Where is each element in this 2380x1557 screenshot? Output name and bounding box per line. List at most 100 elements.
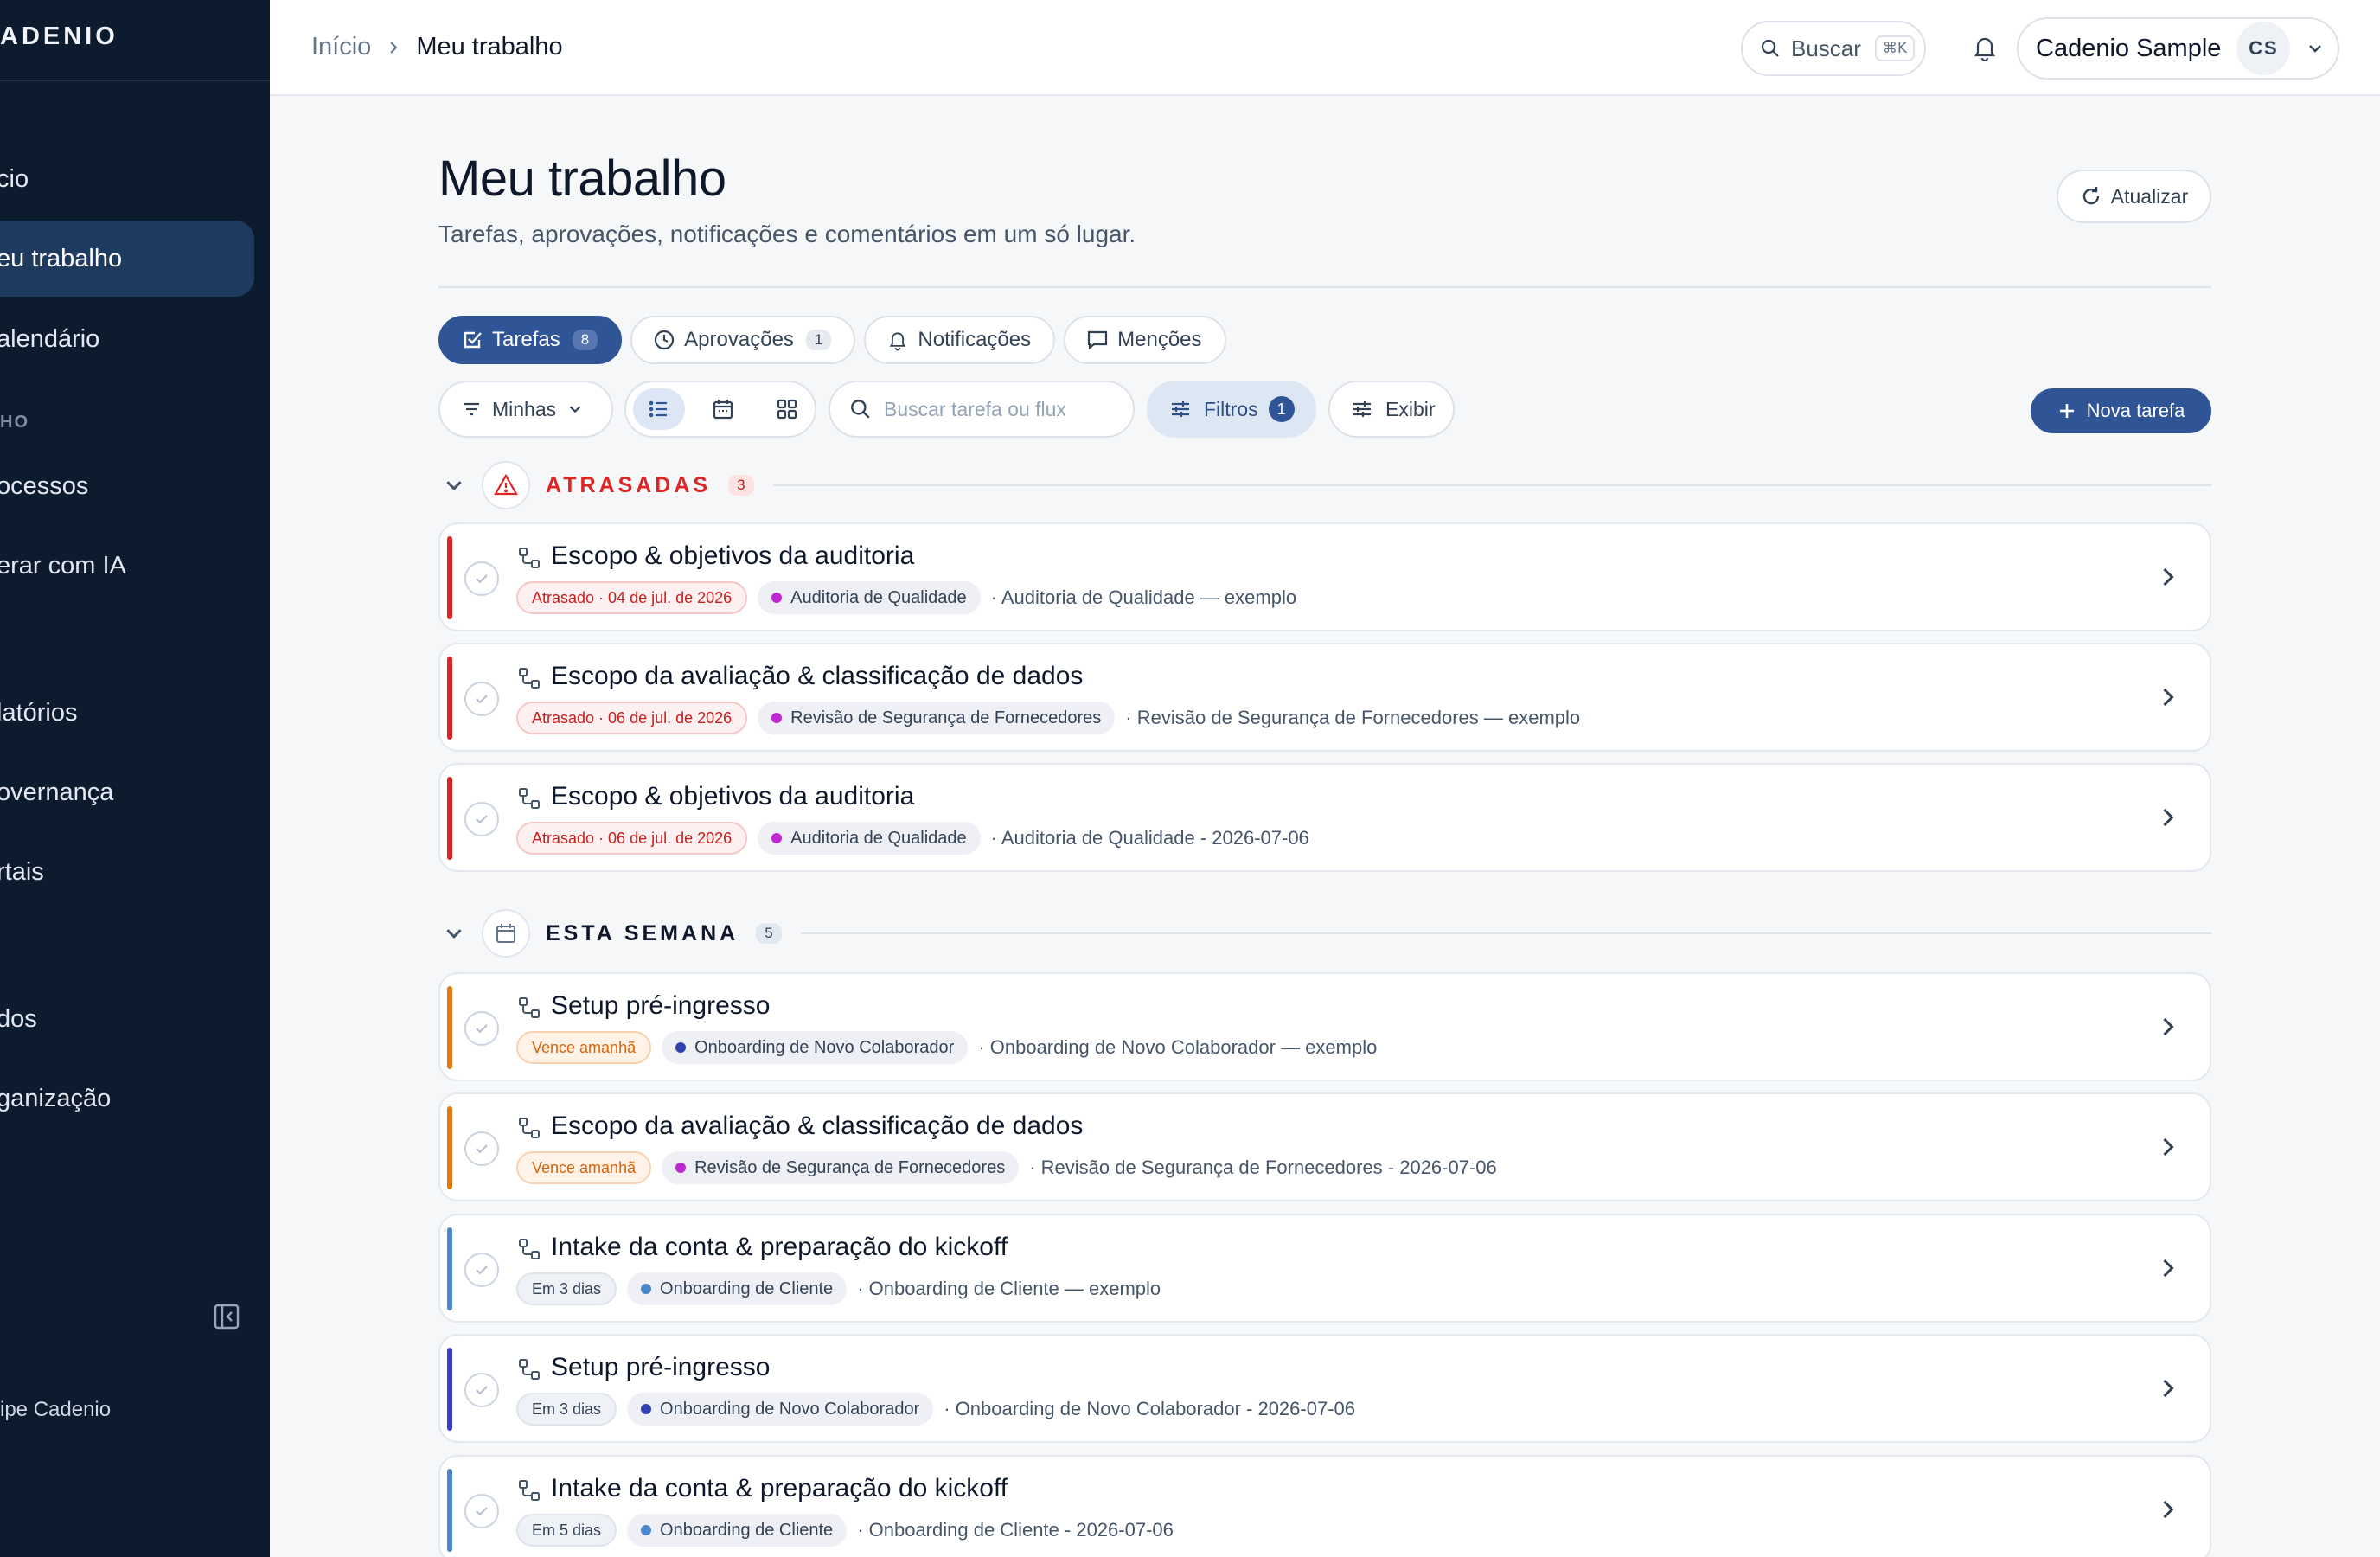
task-card[interactable]: Escopo da avaliação & classificação de d… (438, 1092, 2211, 1201)
sidebar-item-processes[interactable]: ocessos (0, 448, 254, 524)
check-icon (476, 1386, 488, 1395)
task-title[interactable]: Escopo da avaliação & classificação de d… (551, 1112, 1083, 1141)
task-title[interactable]: Intake da conta & preparação do kickoff (551, 1474, 1008, 1503)
process-tag[interactable]: Auditoria de Qualidade (758, 581, 981, 614)
task-meta: Vence amanhã Revisão de Segurança de For… (516, 1151, 1497, 1184)
calendar-view-button[interactable] (697, 388, 749, 430)
list-view-button[interactable] (633, 388, 685, 430)
checkbox-icon (464, 331, 482, 349)
process-tag[interactable]: Onboarding de Novo Colaborador (662, 1031, 969, 1064)
process-name: Auditoria de Qualidade (790, 828, 967, 848)
plus-icon (2059, 404, 2074, 418)
process-tag[interactable]: Onboarding de Cliente (627, 1514, 848, 1547)
task-title[interactable]: Intake da conta & preparação do kickoff (551, 1233, 1008, 1262)
complete-task-checkbox[interactable] (464, 1253, 499, 1287)
task-title[interactable]: Escopo da avaliação & classificação de d… (551, 662, 1083, 691)
complete-task-checkbox[interactable] (464, 1373, 499, 1407)
sidebar-item-reports[interactable]: latórios (0, 675, 254, 751)
sidebar-item-my-work[interactable]: eu trabalho (0, 221, 254, 297)
global-search-button[interactable]: Buscar ⌘K (1741, 21, 1926, 76)
check-icon (476, 1144, 488, 1154)
comment-icon (1088, 330, 1108, 350)
task-title[interactable]: Setup pré-ingresso (551, 1353, 770, 1382)
complete-task-checkbox[interactable] (464, 561, 499, 596)
tab-mentions[interactable]: Menções (1064, 316, 1226, 364)
chevron-right-icon[interactable] (2158, 1258, 2178, 1278)
display-options-button[interactable]: Exibir (1328, 381, 1455, 438)
sidebar-item-calendar[interactable]: alendário (0, 301, 254, 377)
task-title[interactable]: Setup pré-ingresso (551, 991, 770, 1021)
sidebar-item-generate-ai[interactable]: erar com IA (0, 528, 254, 604)
chevron-right-icon[interactable] (2158, 1499, 2178, 1520)
chevron-right-icon[interactable] (2158, 1137, 2178, 1157)
sidebar-item-governance[interactable]: overnança (0, 754, 254, 830)
task-source: · Onboarding de Novo Colaborador — exemp… (978, 1036, 1378, 1058)
task-search-input[interactable]: Buscar tarefa ou fluxo (829, 381, 1135, 438)
sidebar-team-name[interactable]: ipe Cadenio (0, 1398, 111, 1422)
process-tag[interactable]: Revisão de Segurança de Fornecedores (662, 1151, 1020, 1184)
tab-notifications[interactable]: Notificações (864, 316, 1056, 364)
sidebar-item-organization[interactable]: ganização (0, 1060, 254, 1137)
task-title[interactable]: Escopo & objetivos da auditoria (551, 541, 914, 571)
chevron-down-icon (446, 481, 462, 490)
chevron-right-icon[interactable] (2158, 1378, 2178, 1399)
task-card[interactable]: Intake da conta & preparação do kickoff … (438, 1455, 2211, 1557)
process-color-dot (641, 1525, 652, 1535)
process-name: Onboarding de Novo Colaborador (660, 1399, 920, 1419)
chevron-right-icon[interactable] (2158, 687, 2178, 708)
task-card[interactable]: Escopo da avaliação & classificação de d… (438, 643, 2211, 752)
group-header-late[interactable]: ATRASADAS 3 (438, 461, 2211, 509)
complete-task-checkbox[interactable] (464, 1011, 499, 1046)
task-toolbar: Minhas Buscar tarefa ou fluxo Filtros 1 (438, 381, 2211, 438)
due-badge: Em 5 dias (516, 1514, 617, 1547)
sidebar-item-label: ocessos (0, 471, 89, 500)
chevron-right-icon[interactable] (2158, 807, 2178, 828)
complete-task-checkbox[interactable] (464, 802, 499, 836)
task-source: · Auditoria de Qualidade - 2026-07-06 (990, 827, 1309, 849)
complete-task-checkbox[interactable] (464, 1494, 499, 1528)
sidebar-collapse-icon[interactable] (213, 1303, 240, 1330)
scope-dropdown[interactable]: Minhas (438, 381, 613, 438)
divider (438, 286, 2211, 288)
new-task-label: Nova tarefa (2086, 400, 2185, 421)
complete-task-checkbox[interactable] (464, 682, 499, 716)
refresh-button[interactable]: Atualizar (2057, 170, 2211, 223)
process-name: Onboarding de Cliente (660, 1278, 834, 1298)
process-tag[interactable]: Onboarding de Novo Colaborador (627, 1393, 934, 1426)
task-card[interactable]: Setup pré-ingresso Vence amanhã Onboardi… (438, 972, 2211, 1081)
process-name: Onboarding de Novo Colaborador (694, 1037, 955, 1057)
task-source: · Auditoria de Qualidade — exemplo (990, 586, 1297, 608)
filters-button[interactable]: Filtros 1 (1147, 381, 1316, 438)
group-header-this-week[interactable]: ESTA SEMANA 5 (438, 909, 2211, 958)
task-status-bar (447, 1106, 452, 1189)
sidebar-item-data[interactable]: dos (0, 981, 254, 1057)
complete-task-checkbox[interactable] (464, 1131, 499, 1166)
process-tag[interactable]: Revisão de Segurança de Fornecedores (758, 702, 1116, 734)
chevron-right-icon[interactable] (2158, 567, 2178, 587)
new-task-button[interactable]: Nova tarefa (2031, 388, 2211, 433)
task-card[interactable]: Setup pré-ingresso Em 3 dias Onboarding … (438, 1334, 2211, 1443)
task-meta: Atrasado · 04 de jul. de 2026 Auditoria … (516, 581, 1296, 614)
tab-tasks[interactable]: Tarefas 8 (438, 316, 623, 364)
process-tag[interactable]: Onboarding de Cliente (627, 1272, 848, 1305)
grid-view-button[interactable] (761, 388, 813, 430)
bell-icon[interactable] (1970, 33, 1999, 62)
sidebar-divider (0, 80, 270, 81)
chevron-right-icon[interactable] (2158, 1016, 2178, 1037)
task-card[interactable]: Escopo & objetivos da auditoria Atrasado… (438, 763, 2211, 872)
task-source: · Revisão de Segurança de Fornecedores -… (1029, 1157, 1497, 1178)
task-card[interactable]: Escopo & objetivos da auditoria Atrasado… (438, 522, 2211, 631)
tab-label: Tarefas (492, 328, 560, 351)
sidebar-item-portals[interactable]: rtais (0, 834, 254, 910)
task-card[interactable]: Intake da conta & preparação do kickoff … (438, 1214, 2211, 1323)
sliders-icon (1353, 401, 1371, 417)
refresh-icon (2082, 187, 2099, 205)
check-icon (476, 1265, 488, 1275)
task-title[interactable]: Escopo & objetivos da auditoria (551, 782, 914, 811)
breadcrumb-home[interactable]: Início (311, 33, 371, 61)
user-menu-button[interactable]: Cadenio Sample CS (2017, 17, 2339, 80)
tab-approvals[interactable]: Aprovações 1 (630, 316, 856, 364)
process-tag[interactable]: Auditoria de Qualidade (758, 822, 981, 855)
chevron-down-icon (569, 406, 581, 413)
sidebar-item-home[interactable]: cio (0, 141, 254, 217)
